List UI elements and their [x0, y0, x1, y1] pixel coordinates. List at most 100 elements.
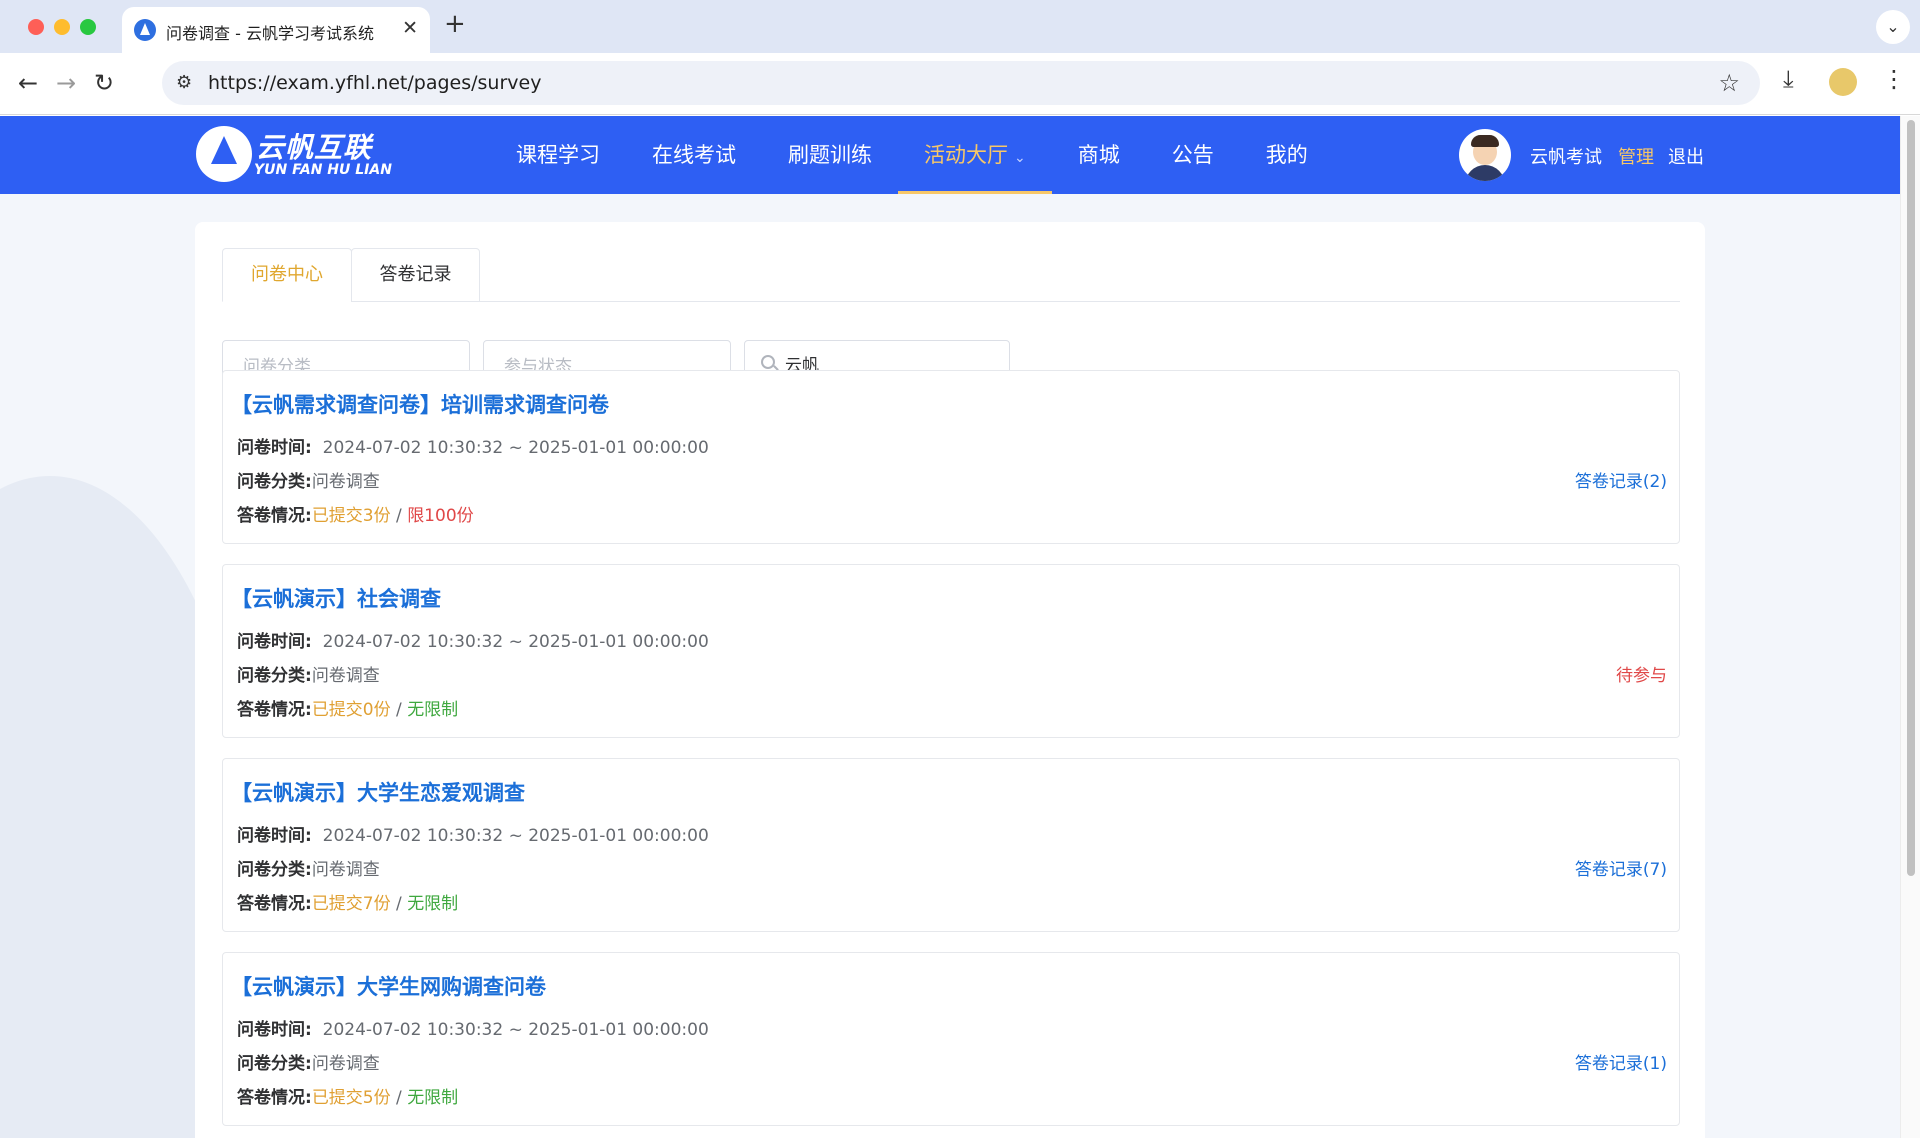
forward-arrow-icon[interactable]: →: [56, 67, 76, 99]
survey-item: 【云帆需求调查问卷】培训需求调查问卷 问卷时间: 2024-07-02 10:3…: [222, 370, 1680, 544]
nav-item-mall[interactable]: 商城: [1052, 116, 1146, 194]
nav-item-label: 公告: [1171, 143, 1214, 167]
chevron-down-icon: ⌄: [1014, 150, 1026, 166]
tab-survey-center[interactable]: 问卷中心: [222, 248, 352, 302]
survey-card: 问卷中心 答卷记录 问卷分类 参与状态 云帆 【云帆需求调查问卷】培训需求调查问…: [195, 222, 1705, 1138]
nav-item-label: 我的: [1265, 143, 1308, 167]
time-label: 问卷时间:: [237, 438, 312, 458]
survey-category-row: 问卷分类:问卷调查: [237, 467, 380, 492]
survey-category-row: 问卷分类:问卷调查: [237, 855, 380, 880]
submitted-count: 已提交5份: [311, 1088, 391, 1108]
logout-link[interactable]: 退出: [1668, 143, 1704, 169]
search-icon: [761, 355, 775, 369]
survey-time-row: 问卷时间: 2024-07-02 10:30:32 ~ 2025-01-01 0…: [237, 1015, 709, 1040]
site-header: 云帆互联 YUN FAN HU LIAN 课程学习 在线考试 刷题训练 活动大厅…: [0, 116, 1900, 194]
survey-item: 【云帆演示】社会调查 问卷时间: 2024-07-02 10:30:32 ~ 2…: [222, 564, 1680, 738]
survey-answers-row: 答卷情况:已提交7份 / 无限制: [237, 889, 458, 914]
address-bar[interactable]: ⚙ https://exam.yfhl.net/pages/survey ☆: [162, 61, 1760, 105]
profile-avatar-icon[interactable]: [1829, 68, 1857, 96]
browser-tab-title: 问卷调查 - 云帆学习考试系统: [166, 24, 374, 43]
nav-item-notice[interactable]: 公告: [1146, 116, 1240, 194]
submission-limit: 限100份: [407, 506, 474, 526]
nav-item-label: 活动大厅: [924, 143, 1008, 167]
browser-tabstrip: 问卷调查 - 云帆学习考试系统 ✕ + ⌄: [0, 0, 1920, 53]
back-arrow-icon[interactable]: ←: [18, 67, 38, 99]
survey-title[interactable]: 【云帆演示】社会调查: [231, 583, 441, 613]
survey-time-row: 问卷时间: 2024-07-02 10:30:32 ~ 2025-01-01 0…: [237, 433, 709, 458]
user-avatar[interactable]: [1459, 129, 1511, 181]
logo-icon[interactable]: [196, 126, 252, 182]
page-scrollbar[interactable]: [1900, 116, 1920, 1138]
nav-item-practice[interactable]: 刷题训练: [762, 116, 898, 194]
browser-tab[interactable]: 问卷调查 - 云帆学习考试系统 ✕: [122, 7, 430, 53]
reload-icon[interactable]: ↻: [94, 67, 114, 99]
answer-records-link[interactable]: 答卷记录(7): [1575, 855, 1667, 880]
url-text[interactable]: https://exam.yfhl.net/pages/survey: [208, 72, 541, 94]
nav-item-course[interactable]: 课程学习: [490, 116, 626, 194]
user-name[interactable]: 云帆考试: [1530, 143, 1602, 169]
survey-time: 2024-07-02 10:30:32 ~ 2025-01-01 00:00:0…: [322, 438, 709, 458]
answer-records-link[interactable]: 答卷记录(1): [1575, 1049, 1667, 1074]
scrollbar-thumb[interactable]: [1907, 120, 1915, 876]
separator: /: [390, 894, 408, 914]
survey-time: 2024-07-02 10:30:32 ~ 2025-01-01 00:00:0…: [322, 1020, 709, 1040]
answers-label: 答卷情况:: [237, 506, 312, 526]
separator: /: [390, 506, 408, 526]
category-label: 问卷分类:: [237, 860, 312, 880]
survey-category-row: 问卷分类:问卷调查: [237, 1049, 380, 1074]
nav-item-label: 在线考试: [652, 143, 736, 167]
survey-category-row: 问卷分类:问卷调查: [237, 661, 380, 686]
pending-participate-link[interactable]: 待参与: [1616, 661, 1667, 686]
submission-limit: 无限制: [407, 894, 459, 914]
survey-tabs: 问卷中心 答卷记录: [222, 248, 1680, 302]
answers-label: 答卷情况:: [237, 1088, 312, 1108]
category-label: 问卷分类:: [237, 1054, 312, 1074]
survey-category: 问卷调查: [311, 666, 380, 686]
nav-item-activity[interactable]: 活动大厅 ⌄: [898, 116, 1052, 194]
survey-item: 【云帆演示】大学生网购调查问卷 问卷时间: 2024-07-02 10:30:3…: [222, 952, 1680, 1126]
nav-item-label: 课程学习: [516, 143, 600, 167]
answer-records-link[interactable]: 答卷记录(2): [1575, 467, 1667, 492]
window-maximize-button[interactable]: [80, 19, 96, 35]
close-tab-icon[interactable]: ✕: [402, 17, 418, 39]
submission-limit: 无限制: [407, 1088, 459, 1108]
nav-item-label: 商城: [1077, 143, 1120, 167]
survey-answers-row: 答卷情况:已提交0份 / 无限制: [237, 695, 458, 720]
logo-subtitle: YUN FAN HU LIAN: [254, 162, 392, 178]
survey-time-row: 问卷时间: 2024-07-02 10:30:32 ~ 2025-01-01 0…: [237, 821, 709, 846]
browser-toolbar: ← → ↻ ⚙ https://exam.yfhl.net/pages/surv…: [0, 53, 1920, 115]
survey-answers-row: 答卷情况:已提交5份 / 无限制: [237, 1083, 458, 1108]
admin-link[interactable]: 管理: [1618, 143, 1654, 169]
site-info-icon[interactable]: ⚙: [176, 72, 192, 93]
survey-time: 2024-07-02 10:30:32 ~ 2025-01-01 00:00:0…: [322, 826, 709, 846]
time-label: 问卷时间:: [237, 826, 312, 846]
tab-search-chevron-icon[interactable]: ⌄: [1876, 10, 1910, 44]
separator: /: [390, 700, 408, 720]
nav-item-mine[interactable]: 我的: [1240, 116, 1334, 194]
time-label: 问卷时间:: [237, 1020, 312, 1040]
site-favicon-icon: [134, 19, 156, 41]
category-label: 问卷分类:: [237, 472, 312, 492]
logo-title[interactable]: 云帆互联: [256, 126, 372, 166]
answers-label: 答卷情况:: [237, 700, 312, 720]
survey-category: 问卷调查: [311, 1054, 380, 1074]
submitted-count: 已提交0份: [311, 700, 391, 720]
avatar-hair-shape: [1471, 135, 1499, 147]
avatar-body-shape: [1465, 165, 1505, 181]
tab-answer-records[interactable]: 答卷记录: [351, 248, 480, 302]
submitted-count: 已提交3份: [311, 506, 391, 526]
time-label: 问卷时间:: [237, 632, 312, 652]
survey-title[interactable]: 【云帆需求调查问卷】培训需求调查问卷: [231, 389, 609, 419]
survey-title[interactable]: 【云帆演示】大学生网购调查问卷: [231, 971, 546, 1001]
download-icon[interactable]: ⤓: [1783, 65, 1794, 93]
browser-menu-icon[interactable]: ⋮: [1882, 65, 1906, 93]
survey-category: 问卷调查: [311, 472, 380, 492]
window-close-button[interactable]: [28, 19, 44, 35]
new-tab-button[interactable]: +: [444, 9, 466, 39]
answers-label: 答卷情况:: [237, 894, 312, 914]
survey-category: 问卷调查: [311, 860, 380, 880]
survey-title[interactable]: 【云帆演示】大学生恋爱观调查: [231, 777, 525, 807]
bookmark-star-icon[interactable]: ☆: [1718, 69, 1740, 97]
nav-item-exam[interactable]: 在线考试: [626, 116, 762, 194]
window-minimize-button[interactable]: [54, 19, 70, 35]
